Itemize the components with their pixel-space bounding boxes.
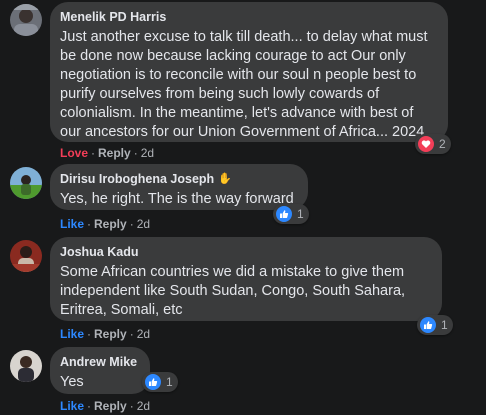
reply-button[interactable]: Reply <box>94 327 127 341</box>
author-name-row: Dirisu Iroboghena Joseph ✋ <box>60 171 296 187</box>
separator: · <box>87 327 92 341</box>
reaction-count[interactable]: 1 <box>273 204 309 224</box>
reply-button[interactable]: Reply <box>98 146 131 160</box>
love-button[interactable]: Love <box>60 146 88 160</box>
comment-actions: Like · Reply · 2d <box>60 327 150 341</box>
like-button[interactable]: Like <box>60 217 84 231</box>
reaction-count[interactable]: 1 <box>417 315 453 335</box>
avatar[interactable] <box>10 4 42 36</box>
separator: · <box>129 217 134 231</box>
comment-age[interactable]: 2d <box>137 327 150 341</box>
reaction-count-value: 2 <box>439 137 446 151</box>
separator: · <box>129 399 134 413</box>
author-name[interactable]: Joshua Kadu <box>60 244 430 260</box>
comment-text: Yes, he right. The is the way forward <box>60 191 294 207</box>
comment-age[interactable]: 2d <box>137 217 150 231</box>
author-name[interactable]: Dirisu Iroboghena Joseph <box>60 171 214 187</box>
reaction-count-value: 1 <box>297 207 304 221</box>
thumbs-up-icon <box>275 205 293 223</box>
avatar[interactable] <box>10 167 42 199</box>
reply-button[interactable]: Reply <box>94 399 127 413</box>
comment-actions: Like · Reply · 2d <box>60 217 150 231</box>
comment-bubble: Menelik PD Harris Just another excuse to… <box>50 2 448 142</box>
comment-age[interactable]: 2d <box>141 146 154 160</box>
reaction-count[interactable]: 1 <box>142 372 178 392</box>
comment-bubble: Dirisu Iroboghena Joseph ✋ Yes, he right… <box>50 164 308 210</box>
comment-age[interactable]: 2d <box>137 399 150 413</box>
separator: · <box>129 327 134 341</box>
reply-button[interactable]: Reply <box>94 217 127 231</box>
comment-text: Yes <box>60 374 84 390</box>
heart-icon <box>417 135 435 153</box>
comment-text: Just another excuse to talk till death..… <box>60 29 428 140</box>
separator: · <box>87 217 92 231</box>
like-button[interactable]: Like <box>60 327 84 341</box>
reaction-count-value: 1 <box>166 375 173 389</box>
avatar[interactable] <box>10 350 42 382</box>
waving-hand-icon: ✋ <box>218 173 232 185</box>
comment-actions: Like · Reply · 2d <box>60 399 150 413</box>
reaction-count-value: 1 <box>441 318 448 332</box>
comment-text: Some African countries we did a mistake … <box>60 264 406 318</box>
thumbs-up-icon <box>419 316 437 334</box>
like-button[interactable]: Like <box>60 399 84 413</box>
reaction-count[interactable]: 2 <box>415 134 451 154</box>
author-name[interactable]: Menelik PD Harris <box>60 9 436 25</box>
separator: · <box>87 399 92 413</box>
avatar[interactable] <box>10 240 42 272</box>
comment-bubble: Andrew Mike Yes <box>50 347 150 394</box>
separator: · <box>91 146 96 160</box>
separator: · <box>133 146 138 160</box>
thumbs-up-icon <box>144 373 162 391</box>
author-name[interactable]: Andrew Mike <box>60 354 138 370</box>
comment-bubble: Joshua Kadu Some African countries we di… <box>50 237 442 321</box>
comment-actions: Love · Reply · 2d <box>60 146 154 160</box>
